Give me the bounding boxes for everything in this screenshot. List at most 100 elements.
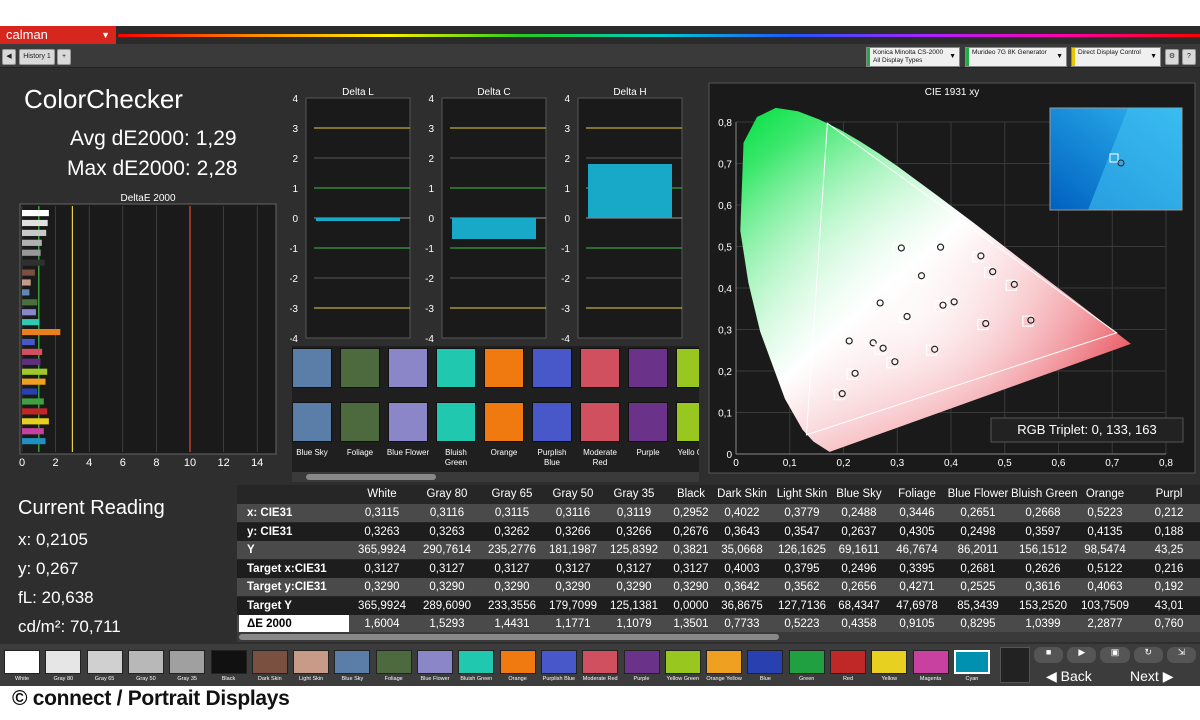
patch-swatch-bottom[interactable] (676, 402, 699, 442)
device-selector-display[interactable]: Direct Display Control ▼ (1071, 47, 1161, 67)
nav-patch-label: Orange (508, 676, 527, 682)
nav-patch-swatch[interactable] (706, 650, 743, 674)
patch-swatch-top[interactable] (388, 348, 428, 388)
patch-swatch-top[interactable] (340, 348, 380, 388)
patch-swatch-bottom[interactable] (532, 402, 572, 442)
nav-patch-swatch[interactable] (4, 650, 40, 674)
nav-patch-label: White (14, 676, 30, 682)
deltae-bar (22, 338, 35, 346)
nav-patch-swatch[interactable] (45, 650, 82, 674)
patch-swatch-top[interactable] (532, 348, 572, 388)
back-button[interactable]: ◀ Back (1046, 667, 1108, 685)
patch-swatch-bottom[interactable] (628, 402, 668, 442)
patch-swatch-label: Purplish Blue (537, 448, 567, 467)
nav-patch-swatch[interactable] (458, 650, 495, 674)
nav-patch-label: Yellow Green (666, 676, 700, 682)
patch-swatch-top[interactable] (628, 348, 668, 388)
device-selector-generator[interactable]: Murideo 7G 8K Generator ▼ (965, 47, 1067, 67)
delta-tick-label: 1 (564, 184, 570, 195)
nav-patch-label: Bluish Green (460, 676, 493, 682)
nav-patch-swatch[interactable] (293, 650, 330, 674)
nav-patch-swatch[interactable] (251, 650, 288, 674)
help-icon[interactable]: ? (1182, 49, 1196, 65)
table-cell: 0,3795 (784, 562, 820, 575)
patch-swatch-top[interactable] (580, 348, 620, 388)
delta-tick-label: -2 (425, 274, 434, 285)
table-cell: 0,3266 (555, 525, 591, 538)
patch-swatch-top[interactable] (676, 348, 699, 388)
patch-swatch-top[interactable] (292, 348, 332, 388)
cie-y-tick: 0 (726, 450, 732, 461)
nav-patch-swatch[interactable] (871, 650, 908, 674)
meter-icon[interactable] (1000, 647, 1030, 683)
table-cell: 0,4022 (724, 507, 760, 519)
loop-icon[interactable]: ↻ (1133, 647, 1163, 663)
nav-patch-swatch[interactable] (169, 650, 206, 674)
nav-patch-swatch[interactable] (623, 650, 660, 674)
table-cell: 0,3116 (555, 507, 591, 519)
save-icon[interactable]: ▣ (1100, 647, 1130, 663)
nav-patch-swatch[interactable] (912, 650, 949, 674)
device-name: Konica Minolta CS-2000 (873, 49, 944, 56)
patch-swatch-label: Purple (636, 448, 660, 457)
nav-patch-swatch[interactable] (664, 650, 701, 674)
device-selector-meter[interactable]: Konica Minolta CS-2000 All Display Types… (866, 47, 960, 67)
table-cell: 43,25 (1154, 544, 1184, 556)
nav-patch-swatch[interactable] (499, 650, 536, 674)
nav-patch-swatch[interactable] (334, 650, 371, 674)
next-button[interactable]: Next ▶ (1130, 667, 1196, 685)
table-cell: 0,4305 (899, 525, 935, 538)
cie-chart-title: CIE 1931 xy (925, 87, 979, 98)
rgb-triplet-text: RGB Triplet: 0, 133, 163 (1017, 422, 1156, 437)
patch-swatch-bottom[interactable] (340, 402, 380, 442)
settings-icon[interactable]: ⚙ (1165, 49, 1179, 65)
table-cell: 46,7674 (896, 544, 938, 556)
add-tab-icon[interactable]: + (57, 49, 71, 65)
patch-swatch-top[interactable] (484, 348, 524, 388)
nav-patch-swatch[interactable] (417, 650, 453, 674)
calman-menu-button[interactable]: calman ▼ (0, 26, 116, 44)
table-row-label: x: CIE31 (247, 507, 293, 519)
patch-swatch-bottom[interactable] (484, 402, 524, 442)
nav-patch-swatch[interactable] (86, 650, 123, 674)
patch-swatch-bottom[interactable] (292, 402, 332, 442)
deltae-tick-label: 8 (153, 457, 159, 469)
table-cell: 86,2011 (957, 544, 999, 556)
table-cell: 233,3556 (488, 599, 536, 612)
nav-patch-swatch[interactable] (127, 650, 164, 674)
deltae-bar (22, 378, 46, 385)
table-cell: 0,4358 (841, 618, 877, 630)
nav-patch-swatch[interactable] (582, 650, 619, 674)
play-icon[interactable]: ▶ (1067, 647, 1097, 663)
delta-tick-label: 0 (564, 214, 570, 225)
nav-patch-swatch[interactable] (540, 650, 577, 674)
table-scrollbar[interactable] (237, 632, 1200, 642)
patch-swatch-label: Moderate Red (583, 448, 617, 467)
delta-tick-label: -2 (290, 274, 298, 285)
nav-patch-swatch[interactable] (747, 650, 784, 674)
cie-y-tick: 0,5 (718, 243, 732, 254)
swatch-scrollbar[interactable] (292, 472, 699, 482)
nav-patch-swatch[interactable] (210, 650, 247, 674)
stop-icon[interactable]: ■ (1034, 647, 1064, 663)
nav-patch-swatch[interactable] (375, 650, 412, 674)
patch-swatch-bottom[interactable] (388, 402, 428, 442)
table-column-header: Purpl (1155, 488, 1183, 500)
patch-swatch-bottom[interactable] (580, 402, 620, 442)
patch-swatch-top[interactable] (436, 348, 476, 388)
nav-patch-swatch[interactable] (830, 650, 866, 674)
export-icon[interactable]: ⇲ (1166, 647, 1197, 663)
table-row: Target y:CIE31 0,3290 0,3290 0,3290 0,3290 0,… (237, 578, 1200, 596)
cie-x-tick: 0 (733, 458, 739, 469)
scroll-thumb[interactable] (239, 634, 779, 640)
scroll-left-icon[interactable]: ◀ (2, 49, 16, 65)
table-cell: 0,3597 (1025, 525, 1061, 538)
scroll-thumb[interactable] (306, 474, 436, 480)
nav-patch-swatch[interactable] (788, 650, 825, 674)
tab-history-1[interactable]: History 1 (19, 49, 55, 65)
patch-swatch-bottom[interactable] (436, 402, 476, 442)
deltae-bar (22, 428, 44, 435)
deltae-bar (22, 269, 35, 276)
nav-patch-swatch[interactable] (953, 650, 990, 674)
table-cell: 0,9105 (899, 618, 935, 630)
